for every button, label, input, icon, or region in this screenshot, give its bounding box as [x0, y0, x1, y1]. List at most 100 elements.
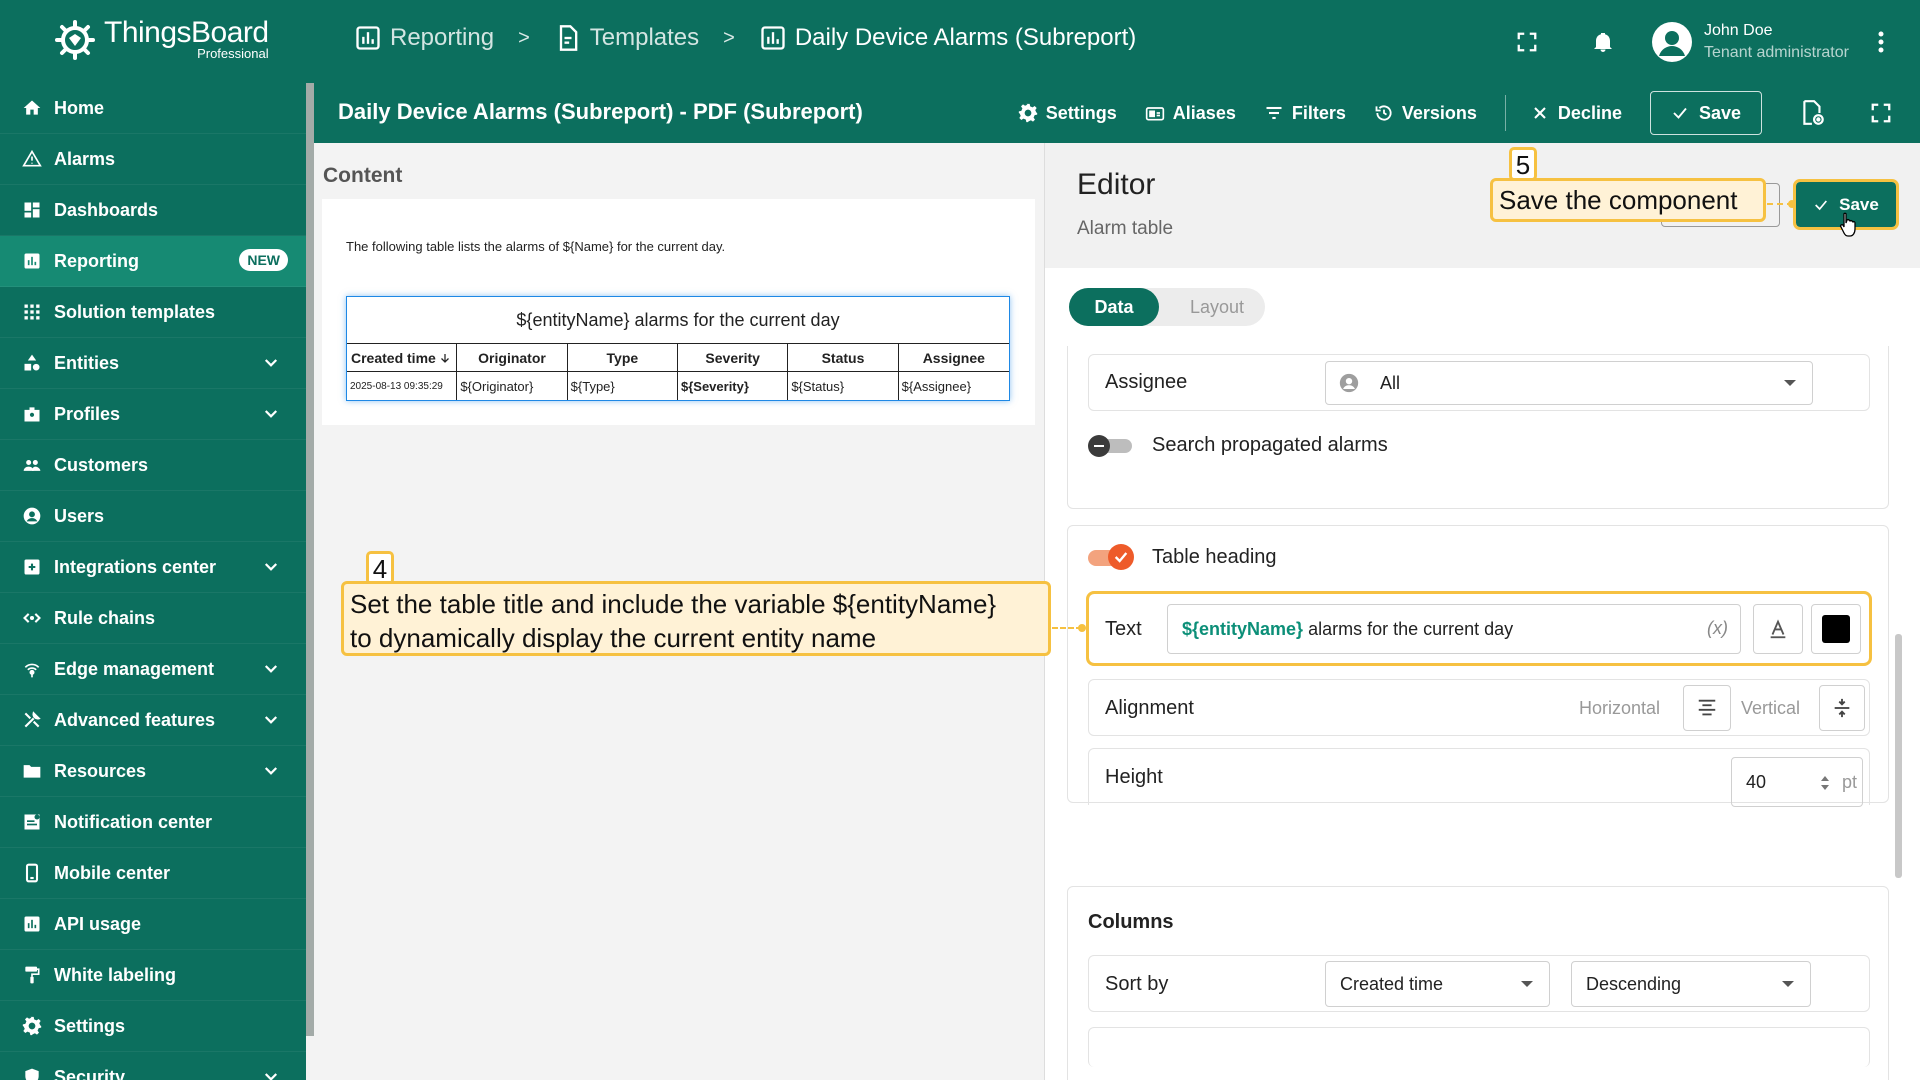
alarm-table-title: ${entityName} alarms for the current day — [347, 297, 1009, 344]
sidebar-item-profiles[interactable]: Profiles — [0, 389, 306, 440]
sidebar-item-label: Home — [54, 97, 105, 118]
new-badge: NEW — [239, 249, 288, 271]
insert-variable-button[interactable]: (x) — [1707, 618, 1728, 639]
sidebar-item-advanced-features[interactable]: Advanced features — [0, 695, 306, 746]
home-icon — [23, 100, 41, 115]
chevron-down-icon[interactable] — [262, 1068, 280, 1080]
search-propagated-toggle[interactable] — [1088, 435, 1132, 457]
sidebar-item-resources[interactable]: Resources — [0, 746, 306, 797]
chevron-down-icon[interactable] — [262, 711, 280, 729]
sort-field-select[interactable]: Created time — [1325, 961, 1550, 1007]
thingsboard-logo[interactable]: ThingsBoard Professional — [52, 16, 269, 62]
chevron-down-icon[interactable] — [262, 354, 280, 372]
breadcrumb-label: Templates — [589, 24, 700, 51]
breadcrumb-separator: > — [723, 26, 735, 49]
folder-icon — [23, 765, 41, 778]
text-color-button[interactable] — [1811, 604, 1861, 654]
decline-label: Decline — [1557, 102, 1622, 123]
table-row: 2025-08-13 09:35:29 ${Originator} ${Type… — [347, 372, 1009, 400]
notifications-bell-icon[interactable] — [1588, 27, 1618, 57]
chevron-down-icon[interactable] — [262, 660, 280, 678]
user-info[interactable]: John Doe Tenant administrator — [1704, 22, 1854, 62]
avatar[interactable] — [1652, 21, 1692, 62]
cell-type: ${Type} — [568, 372, 678, 400]
intro-paragraph[interactable]: The following table lists the alarms of … — [346, 239, 725, 254]
sidebar-item-users[interactable]: Users — [0, 491, 306, 542]
sidebar-item-dashboards[interactable]: Dashboards — [0, 185, 306, 236]
assignee-select[interactable]: All — [1325, 361, 1813, 405]
more-vert-icon[interactable] — [1866, 27, 1896, 57]
report-page-canvas[interactable]: The following table lists the alarms of … — [322, 199, 1035, 425]
sidebar-item-label: Profiles — [54, 403, 121, 424]
gear-icon — [22, 1016, 42, 1036]
sidebar-item-home[interactable]: Home — [0, 83, 306, 134]
editor-scrollbar[interactable] — [1895, 634, 1902, 878]
sidebar-item-entities[interactable]: Entities — [0, 338, 306, 389]
chevron-down-icon[interactable] — [262, 762, 280, 780]
sidebar-item-settings[interactable]: Settings — [0, 1001, 306, 1052]
sidebar: Home Alarms Dashboards Reporting NEW Sol… — [0, 83, 306, 1080]
height-input[interactable]: 40 pt — [1731, 757, 1863, 807]
fullscreen-icon[interactable] — [1866, 98, 1896, 128]
breadcrumb-separator: > — [518, 26, 530, 49]
sidebar-item-solution-templates[interactable]: Solution templates — [0, 287, 306, 338]
aliases-button[interactable]: Aliases — [1145, 103, 1236, 124]
fullscreen-icon[interactable] — [1512, 27, 1542, 57]
table-heading-toggle[interactable] — [1088, 544, 1134, 570]
sidebar-item-mobile-center[interactable]: Mobile center — [0, 848, 306, 899]
entities-icon — [24, 354, 40, 371]
height-row: Height 40 pt — [1088, 748, 1870, 807]
content-label: Content — [323, 164, 403, 187]
versions-button[interactable]: Versions — [1374, 103, 1477, 124]
sidebar-item-rule-chains[interactable]: Rule chains — [0, 593, 306, 644]
filter-card: Assignee All Search propagated alarms — [1067, 346, 1889, 509]
stepper-arrows-icon[interactable] — [1820, 774, 1830, 792]
height-unit: pt — [1842, 772, 1858, 792]
tab-data[interactable]: Data — [1069, 288, 1159, 326]
sidebar-item-reporting[interactable]: Reporting NEW — [0, 236, 306, 287]
sidebar-scrollbar[interactable] — [306, 83, 314, 1036]
heading-text-input[interactable]: ${entityName} alarms for the current day… — [1167, 604, 1741, 654]
settings-button[interactable]: Settings — [1018, 103, 1117, 124]
text-color-swatch — [1822, 615, 1850, 643]
top-bar: ThingsBoard Professional Reporting > Tem… — [0, 0, 1920, 83]
alarm-table-component[interactable]: ${entityName} alarms for the current day… — [346, 296, 1010, 401]
sidebar-item-label: Dashboards — [54, 199, 159, 220]
filters-label: Filters — [1291, 102, 1346, 123]
reporting-icon — [24, 253, 40, 269]
reporting-icon — [356, 26, 380, 50]
tab-layout[interactable]: Layout — [1169, 288, 1265, 326]
decline-button[interactable]: Decline — [1530, 103, 1622, 124]
preview-report-icon[interactable] — [1798, 98, 1828, 128]
sort-order-select[interactable]: Descending — [1571, 961, 1811, 1007]
align-center-icon — [1698, 699, 1716, 716]
header-divider — [1504, 95, 1506, 131]
save-template-button[interactable]: Save — [1649, 91, 1762, 135]
breadcrumb-label: Daily Device Alarms (Subreport) — [794, 24, 1137, 51]
edge-icon — [24, 663, 40, 678]
chevron-down-icon[interactable] — [262, 558, 280, 576]
font-settings-button[interactable] — [1753, 604, 1803, 654]
sidebar-item-integrations-center[interactable]: Integrations center — [0, 542, 306, 593]
annotation-line: Set the table title and include the vari… — [350, 589, 997, 619]
breadcrumb-reporting[interactable]: Reporting — [354, 24, 494, 52]
sidebar-item-security[interactable]: Security — [0, 1052, 306, 1080]
sidebar-item-api-usage[interactable]: API usage — [0, 899, 306, 950]
vertical-align-button[interactable] — [1819, 685, 1865, 731]
horizontal-align-button[interactable] — [1683, 685, 1731, 731]
sidebar-item-label: Alarms — [54, 148, 116, 169]
chevron-down-icon[interactable] — [262, 405, 280, 423]
column-header-type: Type — [568, 344, 678, 371]
sidebar-item-edge-management[interactable]: Edge management — [0, 644, 306, 695]
sidebar-item-white-labeling[interactable]: White labeling — [0, 950, 306, 1001]
sidebar-item-customers[interactable]: Customers — [0, 440, 306, 491]
column-header-status: Status — [788, 344, 899, 371]
dropdown-caret-icon — [1521, 981, 1533, 987]
heading-text-label: Text — [1105, 618, 1142, 640]
sidebar-item-notification-center[interactable]: Notification center — [0, 797, 306, 848]
close-icon — [1534, 107, 1546, 119]
breadcrumb-templates[interactable]: Templates — [554, 24, 699, 52]
check-icon — [1815, 199, 1828, 210]
filters-button[interactable]: Filters — [1264, 103, 1346, 124]
sidebar-item-alarms[interactable]: Alarms — [0, 134, 306, 185]
